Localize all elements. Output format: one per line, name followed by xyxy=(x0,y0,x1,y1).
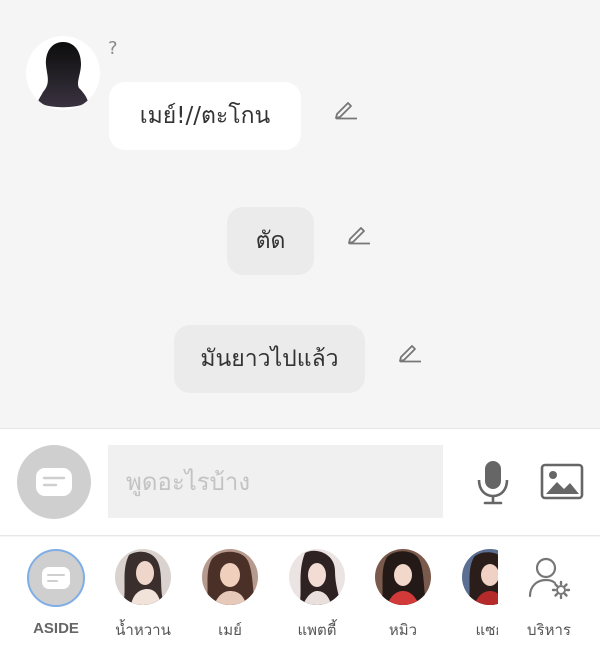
sender-avatar[interactable] xyxy=(26,36,100,110)
manage-characters-button[interactable]: บริหาร xyxy=(509,549,589,642)
character-aside[interactable]: ASIDE xyxy=(16,549,96,637)
character-namwan[interactable]: น้ำหวาน xyxy=(103,549,183,642)
character-may[interactable]: เมย์ xyxy=(190,549,270,642)
character-patty[interactable]: แพตตี้ xyxy=(277,549,357,642)
character-avatar xyxy=(289,549,345,605)
character-label: เมย์ xyxy=(218,621,242,639)
message-input[interactable] xyxy=(108,445,443,518)
aside-avatar xyxy=(27,549,85,607)
message-composer xyxy=(0,428,600,536)
character-label: หมิว xyxy=(388,621,418,639)
message-bubble[interactable]: มันยาวไปแล้ว xyxy=(174,325,365,393)
silhouette-avatar-icon xyxy=(38,42,88,108)
chat-mode-button[interactable] xyxy=(17,445,91,519)
character-label: แพตตี้ xyxy=(297,621,337,639)
sender-name: ? xyxy=(108,38,118,59)
character-label: บริหาร xyxy=(527,621,571,639)
edit-pencil-icon[interactable] xyxy=(397,338,423,364)
chat-area: ? เมย์!//ตะโกน ตัด มันยาวไปแล้ว xyxy=(0,0,600,428)
character-avatar xyxy=(375,549,431,605)
image-icon[interactable] xyxy=(540,462,584,502)
character-selector: ASIDE น้ำหวาน เมย์ แพตตี้ หมิว แซก บริหา… xyxy=(0,537,600,646)
character-avatar xyxy=(115,549,171,605)
message-bubble[interactable]: ตัด xyxy=(227,207,314,275)
chat-bubble-icon xyxy=(42,567,70,589)
chat-bubble-icon xyxy=(36,468,72,496)
edit-pencil-icon[interactable] xyxy=(333,95,359,121)
character-label: น้ำหวาน xyxy=(115,621,171,639)
message-bubble[interactable]: เมย์!//ตะโกน xyxy=(109,82,301,150)
edit-pencil-icon[interactable] xyxy=(346,220,372,246)
user-settings-icon xyxy=(521,549,577,605)
character-avatar xyxy=(202,549,258,605)
microphone-icon[interactable] xyxy=(474,459,512,505)
character-label: ASIDE xyxy=(33,620,79,637)
character-miw[interactable]: หมิว xyxy=(363,549,443,642)
